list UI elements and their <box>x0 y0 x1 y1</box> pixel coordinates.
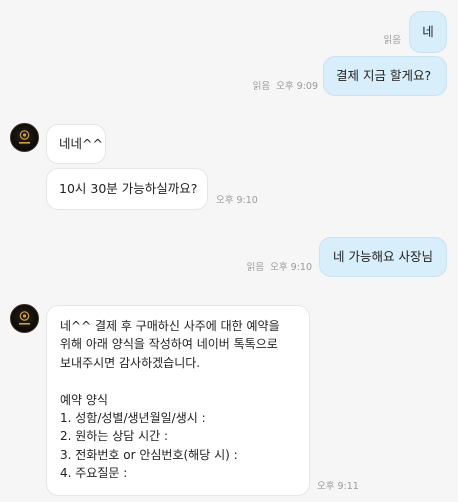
message-text: 결제 지금 할게요? <box>336 68 432 83</box>
message-meta: 읽음 오후 9:09 <box>253 81 318 93</box>
message-text: 네네^^ <box>59 136 103 151</box>
message-text: 네 가능해요 사장님 <box>333 249 433 264</box>
read-label: 읽음 <box>383 35 401 46</box>
shop-logo-icon <box>19 311 30 325</box>
message-line: 3. 전화번호 or 안심번호(해당 시) : <box>60 447 238 462</box>
timestamp-text: 오후 9:11 <box>317 481 359 492</box>
message-line: 네^^ 결제 후 구매하신 사주에 대한 예약을 <box>60 319 280 333</box>
timestamp: 오후 9:10 <box>216 195 258 207</box>
incoming-message[interactable]: 네네^^ <box>46 124 106 164</box>
outgoing-message[interactable]: 네 <box>409 11 447 53</box>
read-label: 읽음 <box>246 262 265 273</box>
read-receipt: 읽음 <box>384 35 401 47</box>
message-line: 예약 양식 <box>60 392 108 407</box>
message-text: 10시 30분 가능하실까요? <box>59 181 198 196</box>
message-line: 2. 원하는 상담 시간 : <box>60 429 169 444</box>
avatar[interactable] <box>10 123 39 152</box>
message-text: 네 <box>422 24 434 39</box>
timestamp-text: 오후 9:10 <box>216 195 258 206</box>
avatar[interactable] <box>10 304 39 333</box>
incoming-message[interactable]: 10시 30분 가능하실까요? <box>46 168 208 210</box>
incoming-message[interactable]: 네^^ 결제 후 구매하신 사주에 대한 예약을 위해 아래 양식을 작성하여 … <box>46 305 310 496</box>
shop-logo-icon <box>19 130 30 144</box>
timestamp: 오후 9:09 <box>276 81 318 92</box>
message-line: 4. 주요질문 : <box>60 466 128 481</box>
outgoing-message[interactable]: 네 가능해요 사장님 <box>319 237 447 277</box>
message-line: 1. 성함/성별/생년월일/생시 : <box>60 411 206 426</box>
timestamp: 오후 9:11 <box>317 481 359 493</box>
message-line: 보내주시면 감사하겠습니다. <box>60 355 201 370</box>
message-line: 위해 아래 양식을 작성하여 네이버 톡톡으로 <box>60 337 278 352</box>
message-line <box>60 372 309 390</box>
outgoing-message[interactable]: 결제 지금 할게요? <box>323 56 447 96</box>
timestamp: 오후 9:10 <box>270 262 312 273</box>
read-label: 읽음 <box>252 81 271 92</box>
message-meta: 읽음 오후 9:10 <box>247 262 312 274</box>
